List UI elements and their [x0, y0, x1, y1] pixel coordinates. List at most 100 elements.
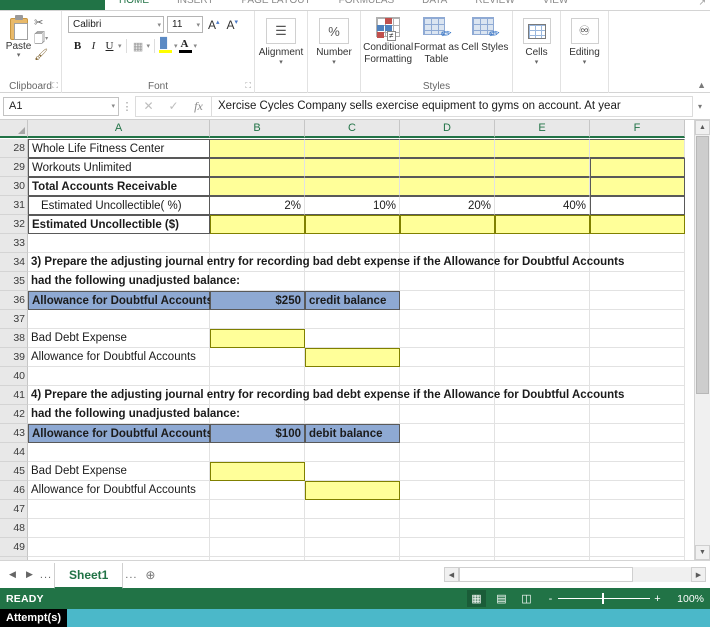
normal-view-icon[interactable]: ▦ — [467, 590, 486, 607]
cell-C29[interactable] — [305, 158, 400, 177]
cell-C37[interactable] — [305, 310, 400, 329]
column-header-d[interactable]: D — [400, 120, 495, 138]
nav-prev-icon[interactable]: ▶ — [21, 569, 38, 580]
row-header-28[interactable]: 28 — [0, 139, 28, 158]
cell-A48[interactable] — [28, 519, 210, 538]
cell-E30[interactable] — [495, 177, 590, 196]
cell-B38[interactable] — [210, 329, 305, 348]
cell-A36[interactable]: Allowance for Doubtful Accounts — [28, 291, 213, 310]
cell-D37[interactable] — [400, 310, 495, 329]
tab-insert[interactable]: INSERT — [163, 0, 228, 6]
cancel-icon[interactable]: ✕ — [136, 97, 161, 116]
cell-F31[interactable] — [590, 196, 685, 215]
column-header-a[interactable]: A — [28, 120, 210, 138]
cell-B50[interactable] — [210, 557, 305, 560]
scroll-down-icon[interactable]: ▼ — [695, 545, 710, 560]
expand-formula-bar-chevron-down-icon[interactable]: ▾ — [693, 102, 707, 111]
decrease-font-size-button[interactable]: A▾ — [225, 18, 241, 32]
number-chevron-down-icon[interactable]: ▾ — [332, 59, 336, 67]
tab-formulas[interactable]: FORMULAS — [325, 0, 409, 6]
cell-D39[interactable] — [400, 348, 495, 367]
check-icon[interactable]: ✓ — [161, 97, 186, 116]
cell-F37[interactable] — [590, 310, 685, 329]
cell-D42[interactable] — [400, 405, 495, 424]
cell-D50[interactable] — [400, 557, 495, 560]
percent-icon[interactable]: % — [319, 18, 349, 44]
cell-D29[interactable] — [400, 158, 495, 177]
cell-E28[interactable] — [495, 139, 590, 158]
cell-B44[interactable] — [210, 443, 305, 462]
font-name-input[interactable]: Calibri ▾ — [68, 16, 164, 33]
row-header-35[interactable]: 35 — [0, 272, 28, 291]
cell-F42[interactable] — [590, 405, 685, 424]
cell-F46[interactable] — [590, 481, 685, 500]
paste-button[interactable]: Paste ▾ — [3, 13, 34, 59]
row-header-42[interactable]: 42 — [0, 405, 28, 424]
sheet-tab-sheet1[interactable]: Sheet1 — [54, 562, 124, 589]
page-layout-view-icon[interactable]: ▤ — [492, 590, 511, 607]
cell-E37[interactable] — [495, 310, 590, 329]
column-header-f[interactable]: F — [590, 120, 685, 138]
cell-D32[interactable] — [400, 215, 495, 234]
cell-A28[interactable]: Whole Life Fitness Center — [28, 139, 210, 158]
font-dialog-launcher-icon[interactable]: ⛶ — [245, 81, 251, 91]
cell-B45[interactable] — [210, 462, 305, 481]
conditional-formatting-button[interactable]: ≠ Conditional Formatting — [363, 13, 413, 66]
cell-E50[interactable] — [495, 557, 590, 560]
cell-D44[interactable] — [400, 443, 495, 462]
cell-F38[interactable] — [590, 329, 685, 348]
cell-C42[interactable] — [305, 405, 400, 424]
cell-D33[interactable] — [400, 234, 495, 253]
tab-view[interactable]: VIEW — [529, 0, 583, 6]
cell-B46[interactable] — [210, 481, 305, 500]
cell-A45[interactable]: Bad Debt Expense — [28, 462, 210, 481]
cell-B36[interactable]: $250 — [210, 291, 305, 310]
cell-F30[interactable] — [590, 177, 685, 196]
cell-D40[interactable] — [400, 367, 495, 386]
cell-C44[interactable] — [305, 443, 400, 462]
alignment-icon[interactable]: ☰ — [266, 18, 296, 44]
column-header-e[interactable]: E — [495, 120, 590, 138]
cell-E49[interactable] — [495, 538, 590, 557]
cell-F40[interactable] — [590, 367, 685, 386]
cell-B29[interactable] — [210, 158, 305, 177]
name-box[interactable]: A1 ▾ — [3, 96, 119, 116]
underline-button[interactable]: U — [102, 38, 117, 54]
scroll-up-icon[interactable]: ▲ — [695, 120, 710, 135]
horizontal-scrollbar[interactable]: ◀ ▶ — [444, 567, 706, 582]
zoom-in-button[interactable]: + — [653, 593, 662, 605]
cell-E45[interactable] — [495, 462, 590, 481]
name-box-chevron-down-icon[interactable]: ▾ — [111, 102, 115, 110]
column-header-c[interactable]: C — [305, 120, 400, 138]
cell-C28[interactable] — [305, 139, 400, 158]
add-sheet-icon[interactable]: ⊕ — [139, 568, 161, 582]
scroll-right-icon[interactable]: ▶ — [691, 567, 706, 582]
cell-D48[interactable] — [400, 519, 495, 538]
cell-F32[interactable] — [590, 215, 685, 234]
cell-C30[interactable] — [305, 177, 400, 196]
horizontal-scroll-thumb[interactable] — [459, 567, 633, 582]
cell-C38[interactable] — [305, 329, 400, 348]
cell-F47[interactable] — [590, 500, 685, 519]
cell-B32[interactable] — [210, 215, 305, 234]
cell-B28[interactable] — [210, 139, 305, 158]
cell-E46[interactable] — [495, 481, 590, 500]
font-color-chevron-down-icon[interactable]: ▾ — [194, 42, 198, 50]
cell-E48[interactable] — [495, 519, 590, 538]
sheet-right-dots[interactable]: ... — [123, 569, 139, 581]
cell-A33[interactable] — [28, 234, 210, 253]
cell-D46[interactable] — [400, 481, 495, 500]
cell-C36[interactable]: credit balance — [305, 291, 400, 310]
cell-F48[interactable] — [590, 519, 685, 538]
file-tab[interactable] — [0, 0, 105, 10]
cell-C31[interactable]: 10% — [305, 196, 400, 215]
font-color-icon[interactable]: A — [178, 38, 193, 54]
zoom-out-button[interactable]: - — [546, 593, 555, 605]
tab-page-layout[interactable]: PAGE LAYOUT — [228, 0, 325, 6]
row-header-31[interactable]: 31 — [0, 196, 28, 215]
cell-F44[interactable] — [590, 443, 685, 462]
row-header-29[interactable]: 29 — [0, 158, 28, 177]
cell-E39[interactable] — [495, 348, 590, 367]
cell-D38[interactable] — [400, 329, 495, 348]
cell-C35[interactable] — [305, 272, 400, 291]
